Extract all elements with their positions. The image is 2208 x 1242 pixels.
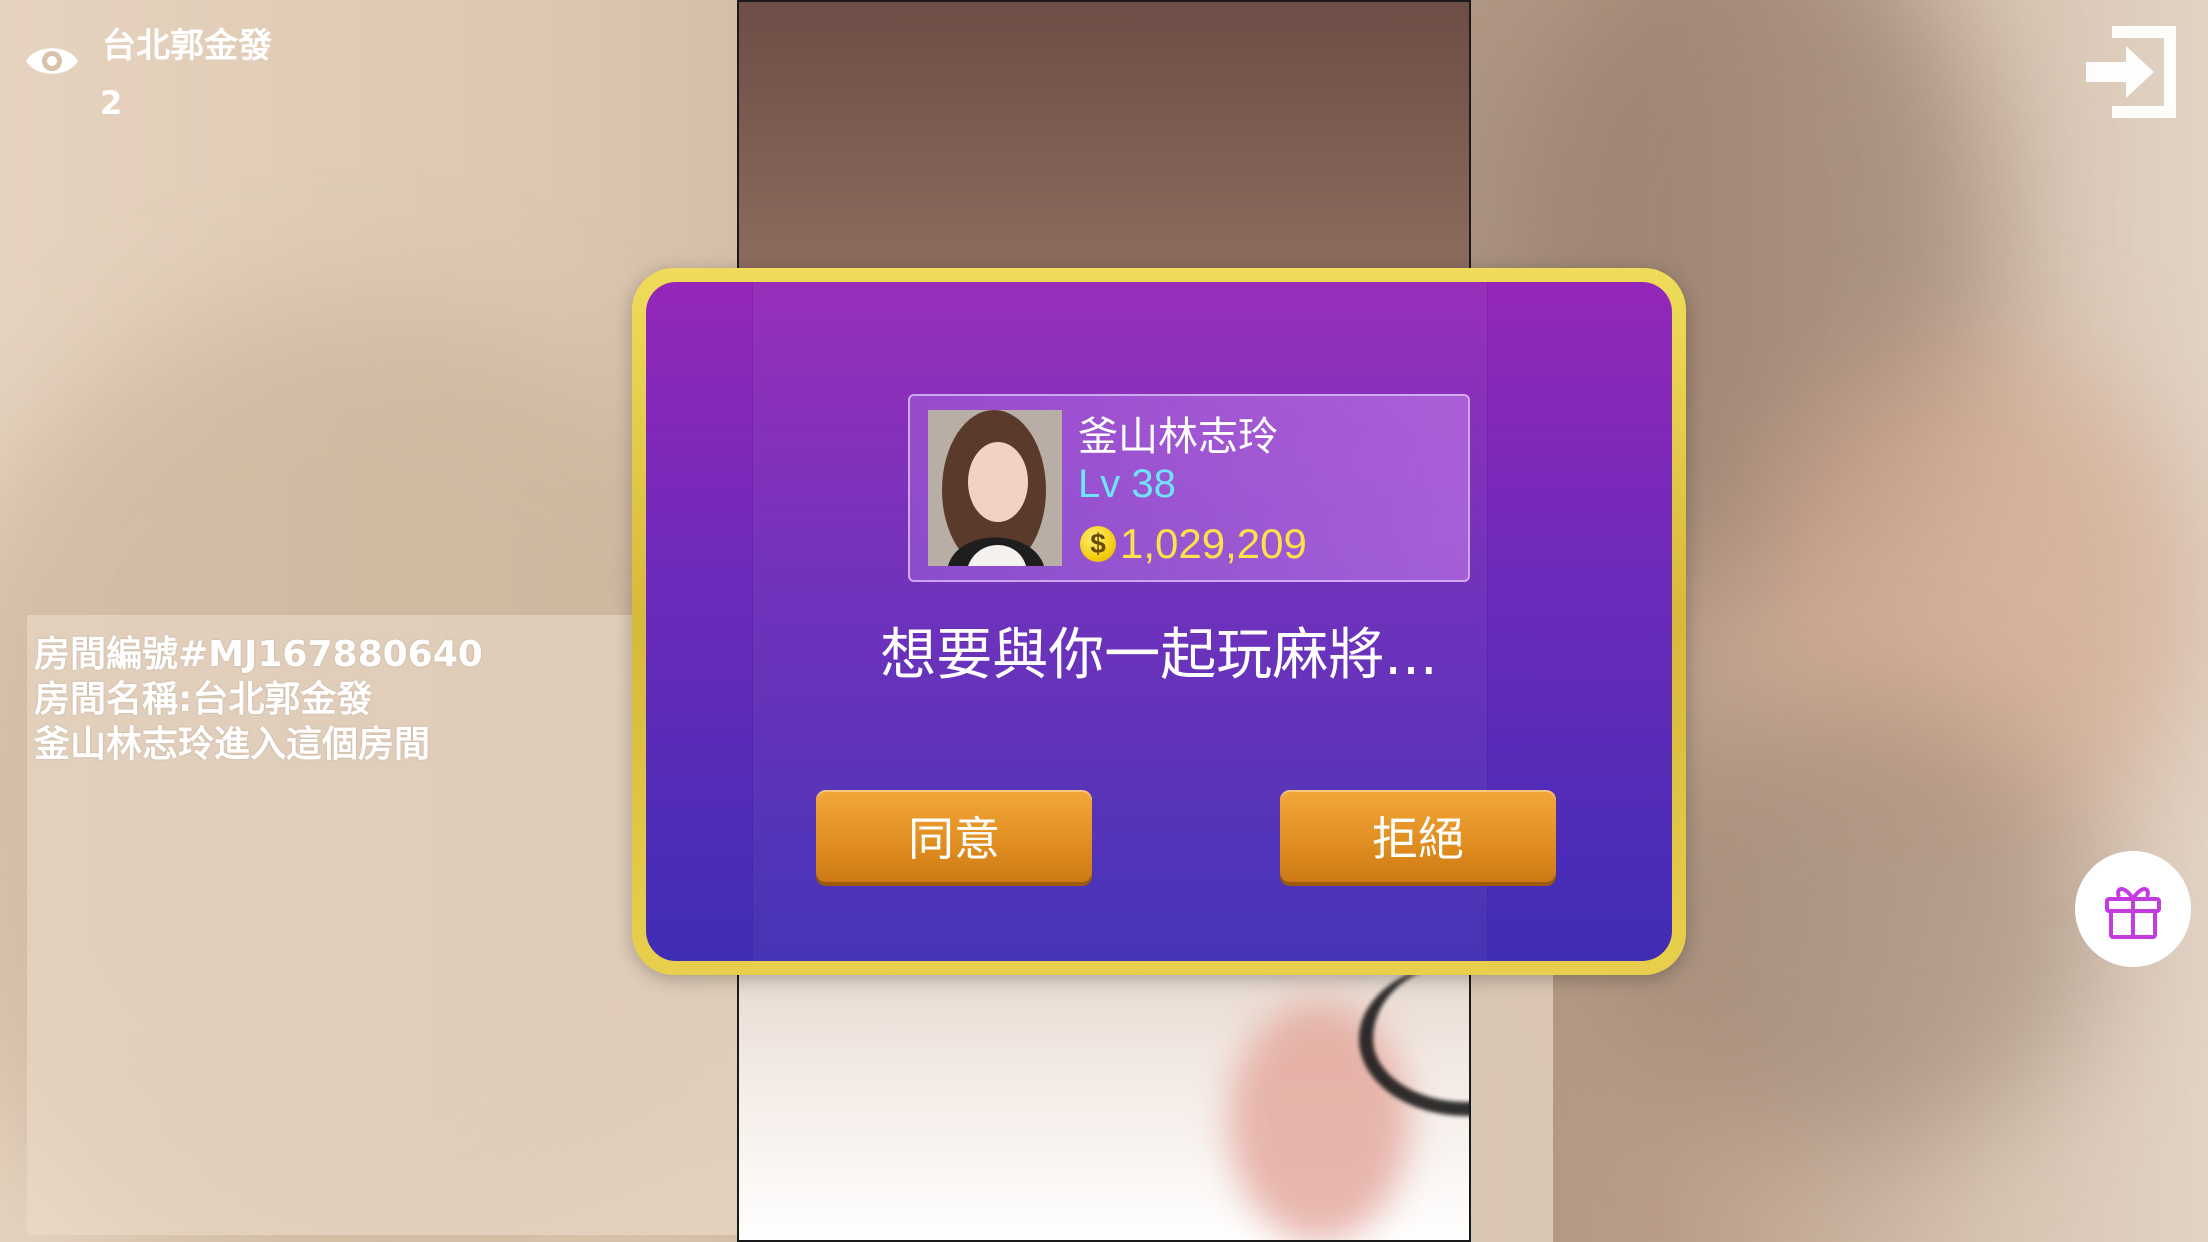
chat-log: 房間編號#MJ167880640 房間名稱:台北郭金發 釜山林志玲進入這個房間 (34, 632, 674, 767)
game-invite-dialog: 釜山林志玲 Lv 38 $ 1,029,209 想要與你一起玩麻將... 同意 … (632, 268, 1686, 975)
live-room-screen: 房間編號#MJ167880640 房間名稱:台北郭金發 釜山林志玲進入這個房間 … (0, 0, 2208, 1242)
player-card: 釜山林志玲 Lv 38 $ 1,029,209 (908, 394, 1470, 582)
gift-icon (2105, 887, 2161, 939)
coin-icon: $ (1080, 526, 1116, 562)
room-title: 台北郭金發 (102, 26, 272, 66)
gift-button[interactable] (2075, 851, 2191, 967)
chat-line-room-name: 房間名稱:台北郭金發 (34, 679, 373, 720)
invite-message: 想要與你一起玩麻將... (880, 623, 1438, 688)
eye-icon (24, 38, 80, 84)
reject-button[interactable]: 拒絕 (1280, 790, 1556, 882)
chat-line-room-id: 房間編號#MJ167880640 (34, 634, 483, 675)
player-name: 釜山林志玲 (1078, 414, 1278, 460)
viewer-count: 2 (100, 84, 123, 122)
player-coins: $ 1,029,209 (1080, 520, 1307, 568)
exit-button[interactable] (2082, 22, 2182, 122)
exit-icon (2086, 26, 2176, 118)
player-level: Lv 38 (1078, 462, 1176, 506)
chat-line-join-notice: 釜山林志玲進入這個房間 (34, 724, 431, 765)
avatar (928, 410, 1062, 566)
agree-button[interactable]: 同意 (816, 790, 1092, 882)
dialog-body: 釜山林志玲 Lv 38 $ 1,029,209 想要與你一起玩麻將... 同意 … (646, 282, 1672, 961)
coin-amount: 1,029,209 (1120, 520, 1307, 567)
side-video-strip (1471, 975, 1553, 1242)
